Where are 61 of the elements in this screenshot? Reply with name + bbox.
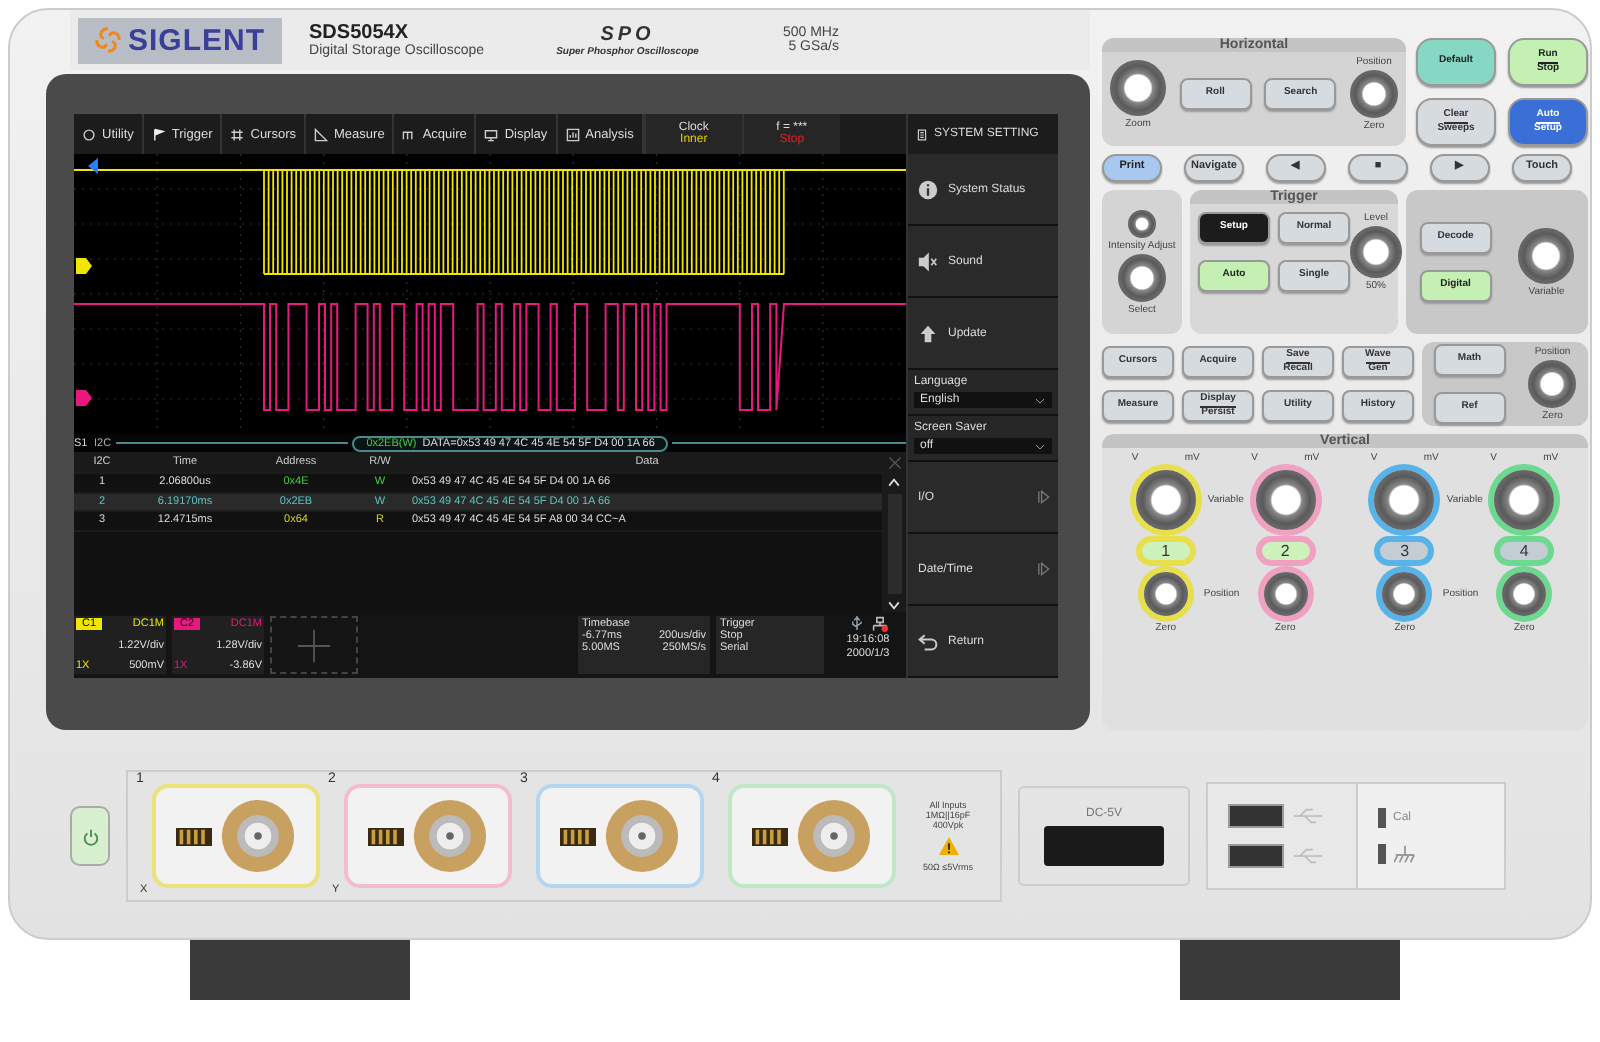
- scroll-bar[interactable]: [882, 452, 906, 612]
- ruler-icon: [314, 127, 329, 141]
- port-slot: [1044, 825, 1164, 865]
- warning-icon: [937, 836, 959, 856]
- monitor-icon: [484, 127, 499, 141]
- channel-button[interactable]: 1: [1135, 536, 1196, 566]
- usb-port[interactable]: [1228, 804, 1284, 828]
- speaker-icon: [918, 251, 938, 271]
- scale-knob[interactable]: [1374, 470, 1435, 530]
- position-knob[interactable]: [1349, 70, 1398, 118]
- channel-marker-icon: [76, 258, 92, 274]
- down-chevron-icon[interactable]: [886, 600, 902, 612]
- ground-terminal: [1377, 844, 1385, 864]
- level-knob[interactable]: [1350, 226, 1402, 278]
- chevron-down-icon: [1034, 441, 1046, 451]
- probe-contacts-icon: [752, 827, 788, 845]
- probe-contacts-icon: [560, 827, 596, 845]
- channel-button[interactable]: 4: [1494, 536, 1555, 566]
- swirl-icon: [94, 26, 122, 54]
- scale-knob[interactable]: [1135, 470, 1196, 530]
- up-arrow-icon: [918, 323, 938, 343]
- scale-knob[interactable]: [1255, 470, 1316, 530]
- plus-icon: [296, 627, 332, 663]
- ground-icon: [1393, 843, 1415, 865]
- channel-marker-icon: [76, 390, 92, 406]
- info-icon: [918, 179, 938, 199]
- hash-icon: [230, 127, 245, 141]
- trigger-marker-icon: [88, 158, 98, 174]
- position-knob[interactable]: [1263, 572, 1308, 616]
- intensity-dial[interactable]: [1128, 209, 1156, 237]
- return-icon: [918, 631, 938, 651]
- chevron-down-icon: [1034, 395, 1046, 405]
- position-knob[interactable]: [1528, 360, 1577, 408]
- usb-icon: [849, 616, 863, 630]
- brand-name: SIGLENT: [128, 23, 266, 57]
- usb-icon: [1292, 848, 1324, 864]
- adjust-knob[interactable]: [1118, 253, 1166, 301]
- usb-icon: [1292, 808, 1324, 824]
- power-button[interactable]: [70, 806, 110, 866]
- usb-port[interactable]: [1228, 844, 1284, 868]
- power-icon: [81, 827, 99, 845]
- calibration-terminal: [1377, 807, 1385, 827]
- flag-icon: [151, 127, 166, 141]
- channel-button[interactable]: 2: [1255, 536, 1316, 566]
- network-icon: [871, 616, 887, 632]
- probe-contacts-icon: [368, 827, 404, 845]
- expand-arrow-icon: [1036, 562, 1050, 576]
- expand-arrow-icon: [1036, 490, 1050, 504]
- document-icon: [916, 127, 928, 141]
- series-logo: SPO: [600, 23, 655, 45]
- model-name: SDS5054X: [309, 22, 408, 44]
- zoom-knob[interactable]: [1110, 59, 1166, 115]
- channel-button[interactable]: 3: [1374, 536, 1435, 566]
- scale-knob[interactable]: [1494, 470, 1555, 530]
- position-knob[interactable]: [1143, 572, 1188, 616]
- chart-icon: [565, 127, 580, 141]
- position-knob[interactable]: [1502, 572, 1547, 616]
- variable-knob[interactable]: [1518, 227, 1575, 283]
- probe-contacts-icon: [176, 827, 212, 845]
- up-chevron-icon[interactable]: [886, 476, 902, 488]
- position-knob[interactable]: [1382, 572, 1427, 616]
